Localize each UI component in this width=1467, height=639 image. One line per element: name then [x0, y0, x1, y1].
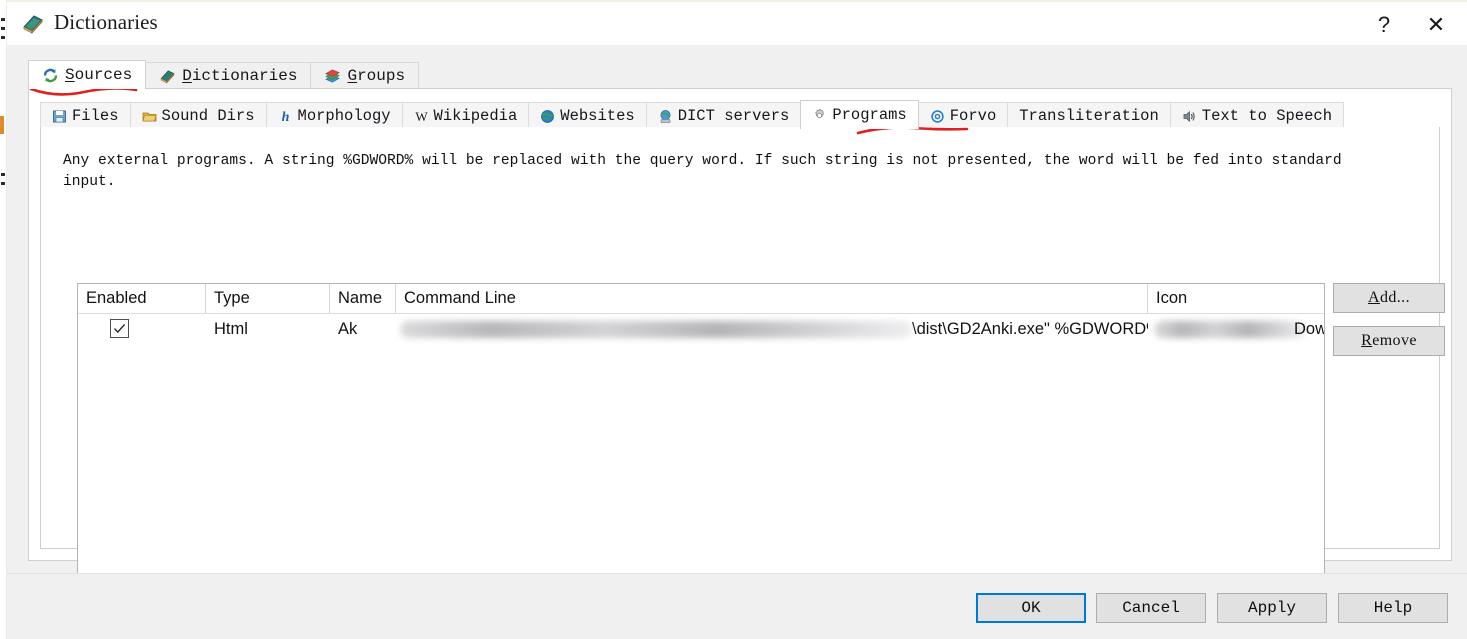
tab-sound-dirs[interactable]: Sound Dirs — [129, 102, 267, 129]
tab-websites[interactable]: Websites — [528, 102, 647, 129]
apply-button[interactable]: Apply — [1217, 593, 1327, 623]
background-mark — [1, 182, 5, 185]
inner-tab-strip: Files Sound Dirs h Morphology W Wikipedi… — [40, 100, 1345, 129]
tab-morphology-label: Morphology — [297, 107, 391, 125]
enabled-checkbox[interactable] — [110, 319, 129, 338]
background-app-sliver — [0, 0, 7, 639]
circle-o-icon — [930, 109, 945, 124]
tab-groups-label: Groups — [347, 67, 406, 85]
cell-enabled[interactable] — [78, 314, 206, 344]
add-button-label: Add... — [1368, 289, 1410, 306]
column-header-icon[interactable]: Icon — [1148, 284, 1324, 313]
background-mark — [1, 173, 5, 176]
remove-button-label: Remove — [1361, 332, 1417, 349]
books-stack-icon — [324, 68, 341, 85]
tab-sources-label: Sources — [65, 66, 133, 84]
tab-websites-label: Websites — [560, 107, 635, 125]
cell-type: Html — [214, 320, 248, 338]
server-globe-icon — [658, 109, 673, 124]
column-header-command-line[interactable]: Command Line — [396, 284, 1148, 313]
floppy-icon — [52, 109, 67, 124]
cell-icon-path-text: Dow — [1294, 320, 1325, 338]
window-title: Dictionaries — [54, 10, 158, 34]
background-mark — [1, 36, 5, 39]
svg-text:h: h — [281, 110, 289, 124]
background-orange-marker — [0, 116, 4, 134]
tab-transliteration[interactable]: Transliteration — [1007, 102, 1171, 129]
tab-dict-servers-label: DICT servers — [677, 107, 790, 125]
table-header-row: Enabled Type Name Command Line Icon — [78, 284, 1324, 314]
dialog-footer: OK Cancel Apply Help — [7, 573, 1467, 639]
cell-icon-path: Dow — [1148, 314, 1325, 344]
svg-text:W: W — [415, 109, 428, 124]
outer-tab-widget: Sources Dictionaries Groups Files Sound … — [28, 60, 1452, 633]
tab-files-label: Files — [72, 107, 119, 125]
tab-transliteration-label: Transliteration — [1019, 107, 1159, 125]
w-letter-icon: W — [414, 109, 429, 124]
column-header-name[interactable]: Name — [330, 284, 396, 313]
tab-sound-dirs-label: Sound Dirs — [161, 107, 255, 125]
column-header-enabled[interactable]: Enabled — [78, 284, 206, 313]
book-icon — [21, 12, 45, 36]
book-icon — [159, 68, 176, 85]
cell-command-line: \dist\GD2Anki.exe" %GDWORD% — [396, 314, 1148, 344]
background-mark — [1, 27, 5, 30]
tab-morphology[interactable]: h Morphology — [265, 102, 403, 129]
redacted-path-icon — [400, 321, 912, 339]
tab-wikipedia-label: Wikipedia — [433, 107, 518, 125]
tab-dict-servers[interactable]: DICT servers — [645, 102, 802, 129]
title-bar: Dictionaries ? ✕ — [7, 0, 1467, 45]
outer-tab-pane: Files Sound Dirs h Morphology W Wikipedi… — [28, 88, 1452, 633]
close-icon[interactable]: ✕ — [1413, 2, 1459, 47]
remove-button[interactable]: Remove — [1333, 326, 1445, 356]
programs-description: Any external programs. A string %GDWORD%… — [63, 153, 1351, 190]
help-icon[interactable]: ? — [1361, 2, 1407, 47]
cell-name: Ak — [338, 320, 358, 338]
dialog-body: Sources Dictionaries Groups Files Sound … — [7, 45, 1467, 633]
redacted-icon-path — [1154, 321, 1306, 338]
folder-icon — [142, 109, 157, 124]
background-mark — [1, 18, 5, 21]
column-header-type[interactable]: Type — [206, 284, 330, 313]
tab-programs-label: Programs — [832, 106, 907, 124]
tab-programs[interactable]: Programs — [800, 100, 919, 129]
help-button[interactable]: Help — [1338, 593, 1448, 623]
tab-text-to-speech-label: Text to Speech — [1201, 107, 1333, 125]
tab-forvo[interactable]: Forvo — [917, 102, 1009, 129]
h-letter-icon: h — [278, 109, 293, 125]
tab-wikipedia[interactable]: W Wikipedia — [401, 102, 530, 129]
tab-forvo-label: Forvo — [949, 107, 997, 125]
tab-dictionaries-label: Dictionaries — [182, 67, 298, 85]
table-row[interactable]: Html Ak \dist\GD2Anki.exe" %GDWORD% Dow — [78, 314, 1325, 344]
add-button[interactable]: Add... — [1333, 283, 1445, 313]
cancel-button[interactable]: Cancel — [1096, 593, 1206, 623]
tab-files[interactable]: Files — [40, 102, 131, 129]
dictionaries-dialog: Dictionaries ? ✕ Sources Dictionaries Gr… — [0, 0, 1467, 639]
tab-text-to-speech[interactable]: Text to Speech — [1169, 102, 1345, 129]
tab-sources[interactable]: Sources — [28, 60, 147, 89]
speaker-icon — [1182, 109, 1197, 124]
gear-icon — [812, 108, 827, 123]
ok-button[interactable]: OK — [976, 593, 1086, 623]
tab-dictionaries[interactable]: Dictionaries — [145, 62, 312, 89]
tab-groups[interactable]: Groups — [310, 62, 420, 89]
globe-icon — [540, 109, 555, 124]
cell-command-line-text: \dist\GD2Anki.exe" %GDWORD% — [912, 320, 1148, 338]
outer-tab-strip: Sources Dictionaries Groups — [28, 60, 420, 89]
refresh-icon — [42, 67, 59, 84]
